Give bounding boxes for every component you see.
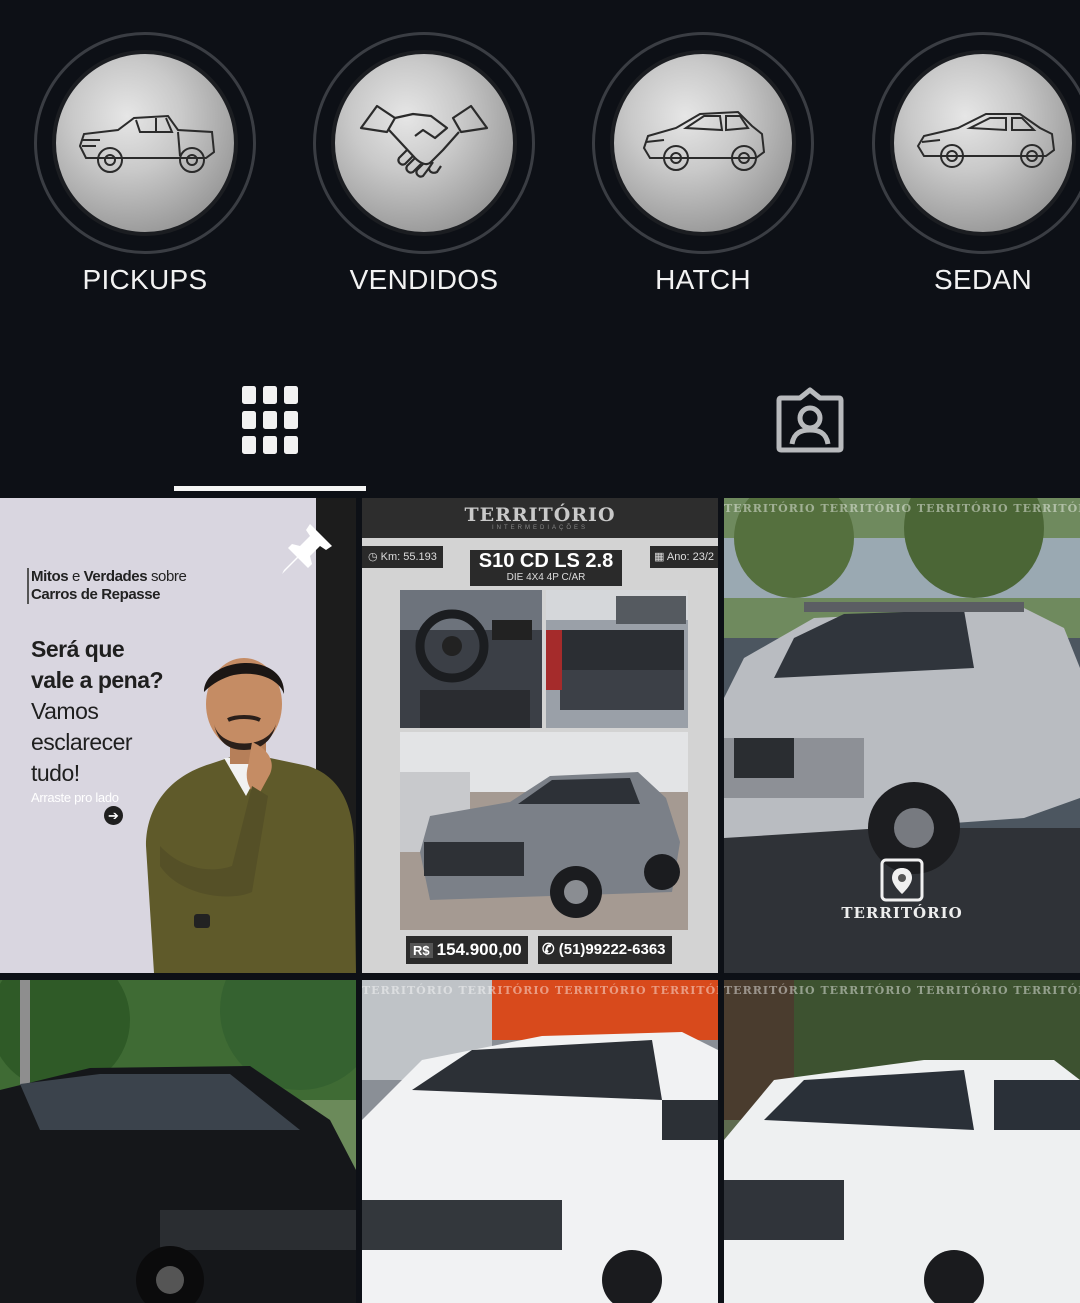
headline-line: esclarecer (31, 729, 133, 755)
price-value: 154.900,00 (436, 940, 522, 959)
location-pin-icon (880, 858, 924, 902)
post-white-hilux[interactable]: TERRITÓRIO TERRITÓRIO TERRITÓRIO TERRITÓ… (724, 980, 1080, 1303)
headline-line: Será que (31, 636, 125, 662)
model-details: DIE 4X4 4P C/AR (506, 572, 586, 583)
post-s10-listing[interactable]: TERRITÓRIO INTERMEDIAÇÕES ◷ Km: 55.193 ▦… (362, 498, 718, 973)
highlight-label: SEDAN (934, 264, 1032, 295)
price-tag: R$ 154.900,00 (406, 936, 528, 964)
person-thinking-image (146, 658, 356, 973)
phone-number: (51)99222-6363 (558, 941, 666, 958)
watermark-strip: TERRITÓRIO TERRITÓRIO TERRITÓRIO TERRITÓ… (724, 502, 1080, 515)
watermark-strip: TERRITÓRIO TERRITÓRIO TERRITÓRIO TERRITÓ… (362, 984, 718, 997)
year-text: Ano: 23/2 (666, 551, 714, 563)
highlight-vendidos[interactable]: VENDIDOS (299, 0, 549, 320)
post-subtitle: Mitos e Verdades sobre Carros de Repasse (27, 568, 187, 604)
tab-posts-grid[interactable] (174, 380, 366, 490)
black-suv-photo (0, 980, 356, 1303)
watermark-strip: TERRITÓRIO TERRITÓRIO TERRITÓRIO TERRITÓ… (724, 984, 1080, 997)
whatsapp-icon: ✆ (542, 941, 559, 958)
white-hilux-photo (724, 980, 1080, 1303)
highlight-pickups[interactable]: PICKUPS (20, 0, 270, 320)
model-name: S10 CD LS 2.8 (478, 550, 614, 572)
active-tab-indicator (174, 486, 366, 491)
highlight-label: VENDIDOS (349, 264, 499, 295)
post-myths-and-truths[interactable]: Mitos e Verdades sobre Carros de Repasse… (0, 498, 356, 973)
pickup-truck-icon (52, 50, 238, 236)
truck-front-photo (400, 732, 688, 930)
arrow-right-icon: ➔ (104, 806, 123, 825)
tab-tagged[interactable] (714, 380, 906, 490)
mileage-text: Km: 55.193 (380, 551, 437, 563)
brand-logo-text: TERRITÓRIO (464, 504, 616, 526)
hatchback-car-icon (610, 50, 796, 236)
post-subtitle-line2: Carros de Repasse (31, 586, 161, 603)
pin-icon (282, 524, 332, 574)
sedan-car-icon (890, 50, 1076, 236)
post-white-s10[interactable]: TERRITÓRIO TERRITÓRIO TERRITÓRIO TERRITÓ… (362, 980, 718, 1303)
posts-grid: Mitos e Verdades sobre Carros de Repasse… (0, 498, 1080, 1303)
headline-line: tudo! (31, 760, 80, 786)
speedometer-icon: ◷ (368, 551, 381, 563)
grid-icon (242, 386, 298, 454)
white-pickup-photo (362, 980, 718, 1303)
highlight-label: HATCH (655, 264, 751, 295)
truck-bed-photo (546, 590, 688, 728)
post-black-suv[interactable] (0, 980, 356, 1303)
post-silver-frontier[interactable]: TERRITÓRIO TERRITÓRIO TERRITÓRIO TERRITÓ… (724, 498, 1080, 973)
tagged-person-icon (776, 387, 844, 453)
calendar-icon: ▦ (654, 551, 667, 563)
phone-tag: ✆ (51)99222-6363 (538, 936, 672, 964)
headline-line: Vamos (31, 698, 99, 724)
brand-subtitle: INTERMEDIAÇÕES (491, 525, 588, 531)
swipe-hint: Arraste pro lado (31, 790, 119, 805)
handshake-icon (331, 50, 517, 236)
post-subtitle-bold: Verdades (83, 568, 148, 585)
mileage-badge: ◷ Km: 55.193 (362, 546, 443, 568)
highlight-label: PICKUPS (82, 264, 208, 295)
highlight-hatch[interactable]: HATCH (578, 0, 828, 320)
post-subtitle-text: e (68, 568, 84, 585)
year-badge: ▦ Ano: 23/2 (650, 546, 718, 568)
post-subtitle-text: sobre (147, 568, 187, 585)
highlight-sedan[interactable]: SEDAN (858, 0, 1080, 320)
model-badge: S10 CD LS 2.8 DIE 4X4 4P C/AR (470, 550, 622, 586)
interior-photo (400, 590, 542, 728)
price-currency: R$ (410, 943, 433, 958)
brand-watermark: TERRITÓRIO (841, 904, 963, 922)
post-subtitle-bold: Mitos (31, 568, 69, 585)
